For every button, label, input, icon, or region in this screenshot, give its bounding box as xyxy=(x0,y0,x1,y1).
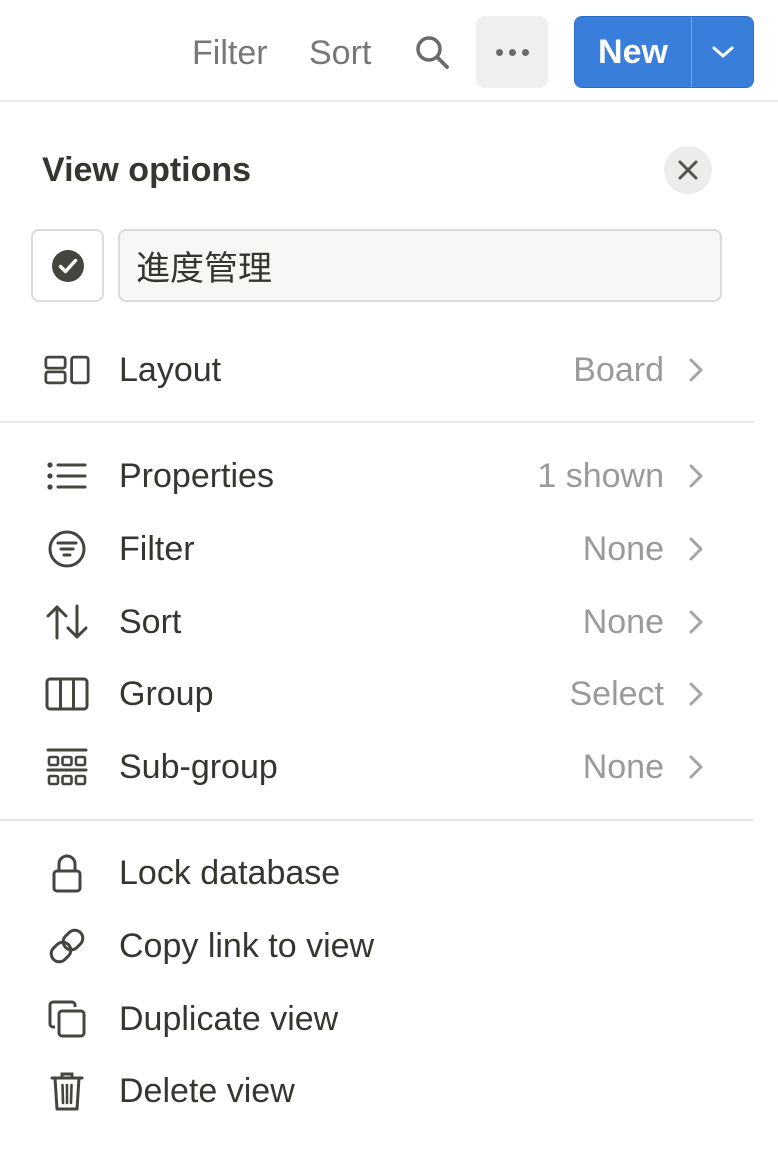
group-value: Select xyxy=(569,675,665,713)
properties-label: Properties xyxy=(119,457,274,495)
list-icon xyxy=(47,462,87,490)
chevron-right-icon xyxy=(689,682,703,706)
search-button[interactable] xyxy=(410,30,454,74)
properties-value: 1 shown xyxy=(537,457,664,495)
sort-arrows-icon xyxy=(46,604,88,640)
new-dropdown-button[interactable] xyxy=(692,17,753,87)
section-divider xyxy=(0,421,754,423)
chevron-right-icon xyxy=(689,358,703,382)
more-horizontal-icon xyxy=(495,48,503,56)
chevron-right-icon xyxy=(689,464,703,488)
lock-database-label: Lock database xyxy=(119,854,341,892)
lock-database-option[interactable]: Lock database xyxy=(0,839,754,907)
view-name-input[interactable] xyxy=(118,229,722,302)
lock-icon xyxy=(52,854,82,893)
delete-view-label: Delete view xyxy=(119,1072,295,1110)
properties-option[interactable]: Properties 1 shown xyxy=(0,442,754,510)
close-icon xyxy=(678,160,698,180)
duplicate-icon xyxy=(48,1000,86,1038)
filter-label: Filter xyxy=(119,530,195,568)
chevron-right-icon xyxy=(689,537,703,561)
filter-value: None xyxy=(582,530,664,568)
delete-view-option[interactable]: Delete view xyxy=(0,1057,754,1125)
more-options-button[interactable] xyxy=(476,16,548,88)
sort-button[interactable]: Sort xyxy=(309,34,371,72)
check-circle-icon xyxy=(51,249,84,282)
sort-label: Sort xyxy=(119,603,182,641)
database-toolbar: Filter Sort New xyxy=(0,0,778,102)
sub-group-value: None xyxy=(582,748,664,786)
layout-option[interactable]: Layout Board xyxy=(0,336,754,404)
sub-group-label: Sub-group xyxy=(119,748,278,786)
link-icon xyxy=(49,928,85,964)
layout-label: Layout xyxy=(119,351,222,389)
new-button-group: New xyxy=(574,16,754,88)
section-divider xyxy=(0,819,754,821)
layout-value: Board xyxy=(573,351,664,389)
group-columns-icon xyxy=(45,677,89,711)
view-icon-picker[interactable] xyxy=(31,229,104,302)
sub-group-option[interactable]: Sub-group None xyxy=(0,733,754,801)
close-button[interactable] xyxy=(664,146,712,194)
sub-group-grid-icon xyxy=(46,748,88,786)
sort-option[interactable]: Sort None xyxy=(0,588,754,656)
new-button[interactable]: New xyxy=(575,17,691,87)
group-label: Group xyxy=(119,675,214,713)
filter-option[interactable]: Filter None xyxy=(0,515,754,583)
layout-board-icon xyxy=(44,355,90,385)
group-option[interactable]: Group Select xyxy=(0,660,754,728)
chevron-right-icon xyxy=(689,755,703,779)
search-icon xyxy=(416,36,449,69)
filter-icon xyxy=(48,530,86,568)
duplicate-view-label: Duplicate view xyxy=(119,1000,339,1038)
trash-icon xyxy=(50,1072,84,1111)
panel-title: View options xyxy=(42,151,252,189)
duplicate-view-option[interactable]: Duplicate view xyxy=(0,985,754,1053)
chevron-right-icon xyxy=(689,610,703,634)
copy-link-option[interactable]: Copy link to view xyxy=(0,912,754,980)
chevron-down-icon xyxy=(712,46,733,58)
filter-button[interactable]: Filter xyxy=(192,34,268,72)
sort-value: None xyxy=(582,603,664,641)
copy-link-label: Copy link to view xyxy=(119,927,375,965)
